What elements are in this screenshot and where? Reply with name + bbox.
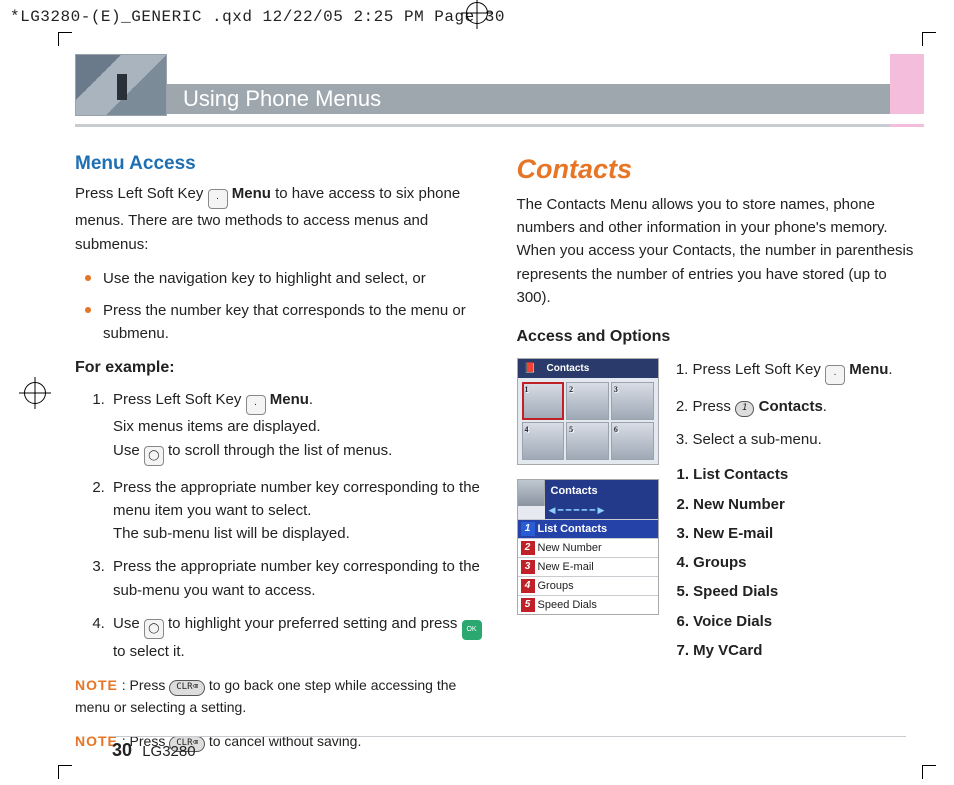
crop-mark-icon (58, 32, 72, 46)
banner-accent (890, 54, 924, 114)
number-key-icon: 1 (735, 401, 754, 417)
list-item: 5. Speed Dials (677, 580, 925, 603)
list-item: 4. Groups (677, 551, 925, 574)
book-icon: 📕 (524, 361, 533, 377)
column-left: Menu Access Press Left Soft Key · Menu t… (75, 149, 483, 752)
list-item: Press Left Soft Key · Menu. Six menus it… (109, 388, 483, 465)
list-item: 2. New Number (677, 493, 925, 516)
crop-mark-icon (922, 765, 936, 779)
crop-mark-icon (58, 765, 72, 779)
registration-mark-icon (24, 382, 46, 404)
list-item: 6. Voice Dials (677, 610, 925, 633)
softkey-icon: · (825, 365, 845, 385)
list-item: 7. My VCard (677, 639, 925, 662)
page-number: 30 (112, 740, 132, 760)
nav-ring-icon: ◯ (144, 446, 164, 466)
bullet-list: Use the navigation key to highlight and … (75, 262, 483, 346)
chapter-banner: Using Phone Menus (75, 54, 924, 114)
access-steps: Press Left Soft Key · Menu. Press 1 Cont… (673, 358, 925, 677)
chapter-title: Using Phone Menus (167, 84, 890, 114)
heading-contacts: Contacts (517, 149, 925, 191)
crop-mark-icon (922, 32, 936, 46)
softkey-icon: · (208, 189, 228, 209)
contacts-book-icon (518, 480, 545, 506)
column-right: Contacts The Contacts Menu allows you to… (517, 149, 925, 752)
screenshot-main-menu: 📕 Contacts 1 2 3 4 5 6 (517, 358, 659, 466)
note-1: NOTE : Press CLR⌫ to go back one step wh… (75, 675, 483, 718)
registration-mark-icon (466, 2, 488, 24)
heading-access-options: Access and Options (517, 325, 925, 350)
list-item: Press the appropriate number key corresp… (109, 555, 483, 602)
list-item: 3. New E-mail (677, 522, 925, 545)
list-item: Press the appropriate number key corresp… (109, 476, 483, 546)
screenshot-contacts-submenu: Contacts ◀ ━ ━ ━ ━ ━ ▶ 1List Contacts 2N… (517, 479, 659, 615)
numbered-steps: Press Left Soft Key · Menu. Six menus it… (75, 388, 483, 663)
list-item: Use the navigation key to highlight and … (103, 262, 483, 290)
contacts-intro: The Contacts Menu allows you to store na… (517, 193, 925, 309)
list-item: Use ◯ to highlight your preferred settin… (109, 612, 483, 663)
phone-screenshots: 📕 Contacts 1 2 3 4 5 6 (517, 358, 659, 629)
model-number: LG3280 (142, 743, 195, 760)
page-content: Using Phone Menus Menu Access Press Left… (75, 54, 924, 752)
banner-title-wrap: Using Phone Menus (167, 54, 890, 114)
softkey-icon: · (246, 395, 266, 415)
banner-photo (75, 54, 167, 116)
submenu-list: 1. List Contacts 2. New Number 3. New E-… (673, 463, 925, 662)
footer-divider (112, 736, 906, 737)
list-item: Press the number key that corresponds to… (103, 294, 483, 346)
clr-key-icon: CLR⌫ (169, 680, 205, 696)
list-item: 1. List Contacts (677, 463, 925, 486)
divider (75, 124, 924, 127)
ok-key-icon: OK (462, 620, 482, 640)
page-footer: 30 LG3280 (112, 740, 196, 761)
list-item: Press 1 Contacts. (693, 395, 925, 418)
heading-menu-access: Menu Access (75, 149, 483, 178)
nav-ring-icon: ◯ (144, 619, 164, 639)
list-item: Select a sub-menu. (693, 428, 925, 451)
heading-example: For example: (75, 356, 483, 381)
list-item: Press Left Soft Key · Menu. (693, 358, 925, 385)
intro-paragraph: Press Left Soft Key · Menu to have acces… (75, 182, 483, 256)
